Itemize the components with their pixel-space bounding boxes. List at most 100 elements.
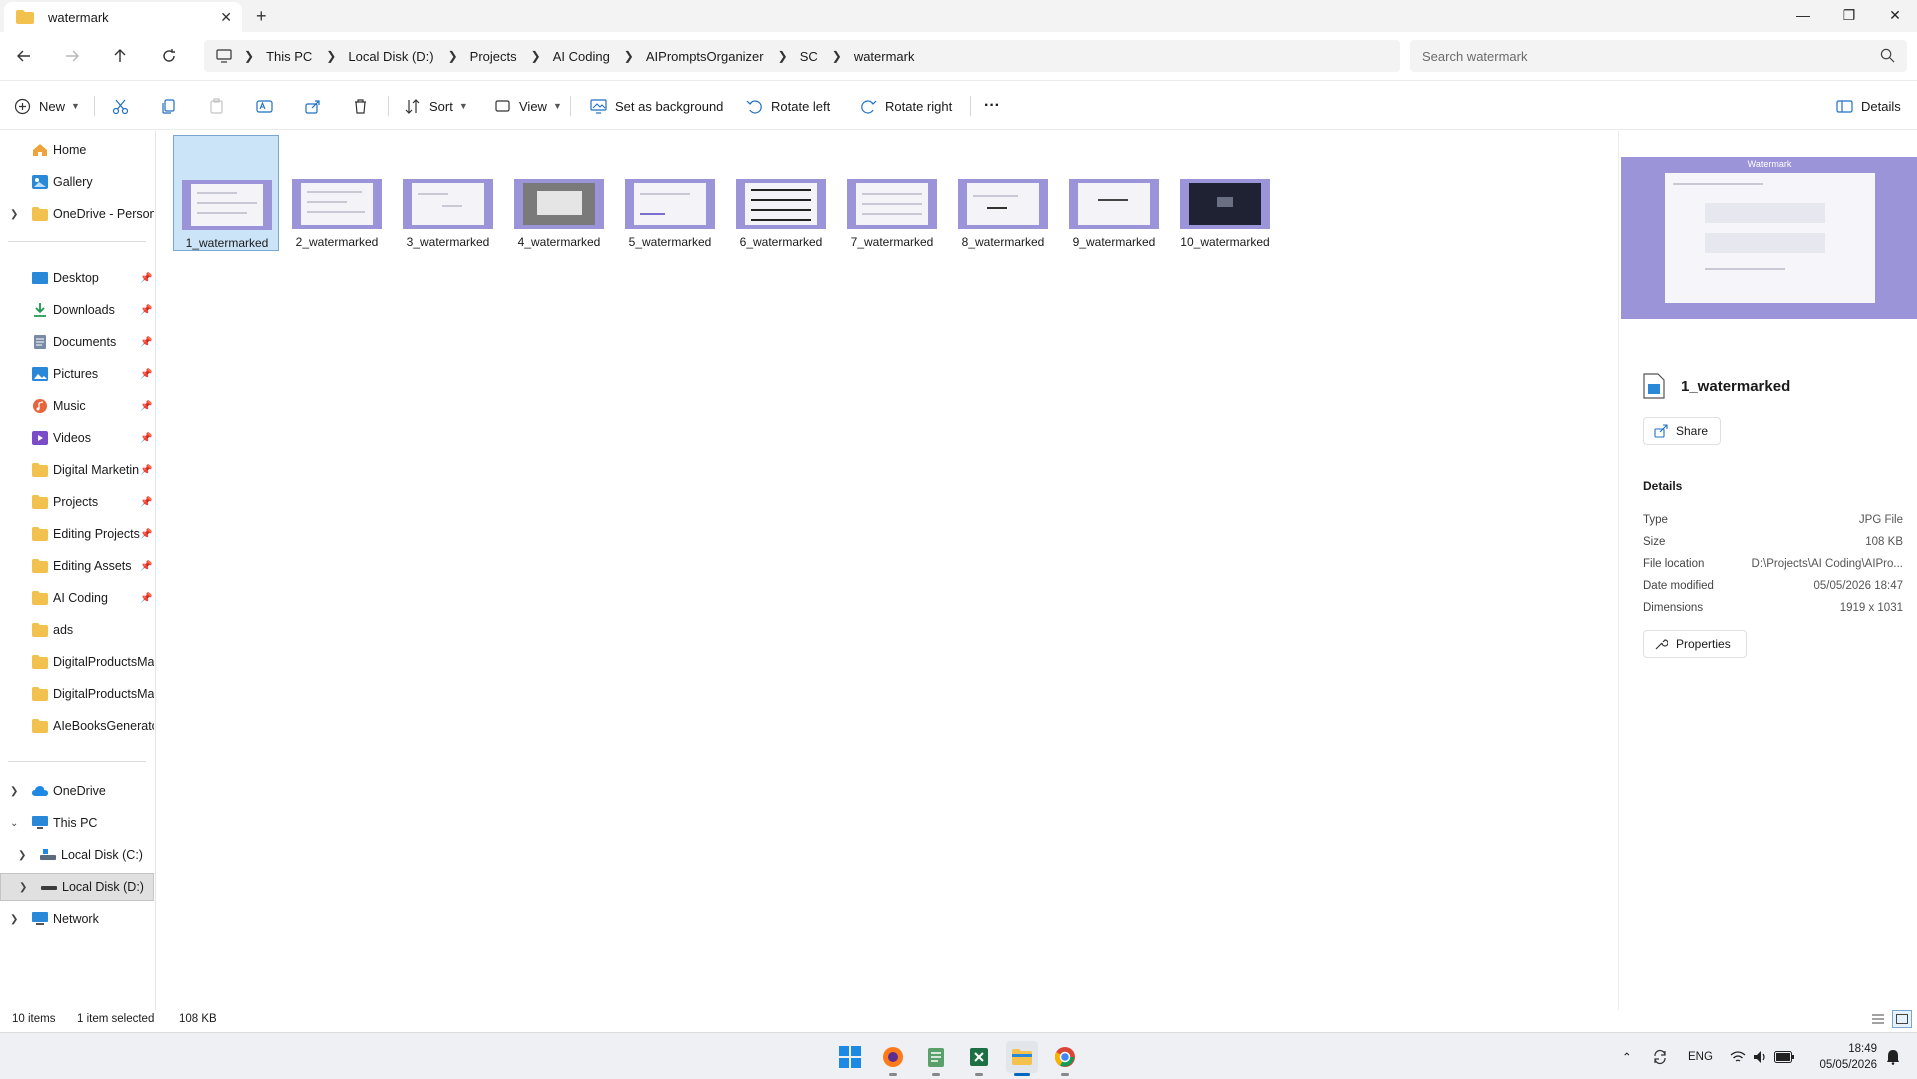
sidebar-item-gallery[interactable]: Gallery (0, 168, 154, 196)
delete-button[interactable] (352, 95, 377, 117)
share-button[interactable]: Share (1643, 417, 1721, 445)
pin-icon[interactable]: 📌 (140, 465, 152, 476)
breadcrumb-sc[interactable]: SC (800, 49, 818, 64)
breadcrumb-aipromptsorganizer[interactable]: AIPromptsOrganizer (646, 49, 764, 64)
chevron-right-icon[interactable]: ❯ (19, 882, 27, 893)
excel-taskbar-button[interactable] (963, 1041, 995, 1076)
new-button[interactable]: New ▼ (14, 95, 80, 117)
sidebar-item-editing-assets[interactable]: Editing Assets 📌 (0, 552, 154, 580)
paste-button[interactable] (208, 95, 233, 117)
sync-icon[interactable] (1652, 1033, 1668, 1079)
breadcrumb-local-disk-d[interactable]: Local Disk (D:) (348, 49, 433, 64)
share-button[interactable] (304, 95, 329, 117)
sidebar-item-onedrive-personal[interactable]: ❯ OneDrive - Persona (0, 200, 154, 228)
file-item[interactable]: 3_watermarked (395, 135, 501, 251)
file-item[interactable]: 8_watermarked (950, 135, 1056, 251)
rotate-right-button[interactable]: Rotate right (860, 95, 952, 117)
chrome-taskbar-button[interactable] (1049, 1041, 1081, 1076)
sort-button[interactable]: Sort ▼ (404, 95, 468, 117)
pin-icon[interactable]: 📌 (140, 369, 152, 380)
file-item[interactable]: 1_watermarked (173, 135, 279, 251)
chevron-right-icon[interactable]: ❯ (10, 914, 18, 925)
sidebar-item-home[interactable]: Home (0, 136, 154, 164)
sidebar-item-onedrive[interactable]: ❯ OneDrive (0, 777, 154, 805)
show-hidden-icons-button[interactable]: ⌃ (1622, 1033, 1632, 1079)
sidebar-item-local-disk-c[interactable]: ❯ Local Disk (C:) (0, 841, 154, 869)
minimize-button[interactable]: — (1780, 0, 1826, 30)
start-button[interactable] (834, 1041, 866, 1073)
file-item[interactable]: 10_watermarked (1172, 135, 1278, 251)
language-indicator[interactable]: ENG (1688, 1033, 1713, 1079)
breadcrumb-this-pc[interactable]: This PC (266, 49, 312, 64)
back-button[interactable] (10, 44, 38, 68)
pin-icon[interactable]: 📌 (140, 337, 152, 348)
large-icons-view-button[interactable] (1892, 1010, 1912, 1028)
sidebar-item-downloads[interactable]: Downloads 📌 (0, 296, 154, 324)
file-item[interactable]: 5_watermarked (617, 135, 723, 251)
pin-icon[interactable]: 📌 (140, 593, 152, 604)
pin-icon[interactable]: 📌 (140, 561, 152, 572)
file-item[interactable]: 4_watermarked (506, 135, 612, 251)
file-item[interactable]: 7_watermarked (839, 135, 945, 251)
battery-icon[interactable] (1774, 1033, 1794, 1079)
sidebar-item-this-pc[interactable]: ⌄ This PC (0, 809, 154, 837)
rotate-left-button[interactable]: Rotate left (746, 95, 830, 117)
sidebar-item-ads[interactable]: ads (0, 616, 154, 644)
new-tab-button[interactable]: + (256, 6, 267, 27)
cut-button[interactable] (112, 95, 137, 117)
sidebar-item-desktop[interactable]: Desktop 📌 (0, 264, 154, 292)
pin-icon[interactable]: 📌 (140, 433, 152, 444)
more-options-button[interactable]: ··· (984, 95, 1000, 117)
pin-icon[interactable]: 📌 (140, 401, 152, 412)
copy-button[interactable] (160, 95, 185, 117)
sidebar-item-network[interactable]: ❯ Network (0, 905, 154, 933)
pin-icon[interactable]: 📌 (140, 529, 152, 540)
sidebar-item-aiebooksgenerator[interactable]: AIeBooksGenerator (0, 712, 154, 740)
pin-icon[interactable]: 📌 (140, 273, 152, 284)
up-button[interactable] (106, 44, 134, 68)
search-input[interactable]: Search watermark (1410, 40, 1907, 72)
sidebar-item-pictures[interactable]: Pictures 📌 (0, 360, 154, 388)
close-window-button[interactable]: ✕ (1872, 0, 1917, 30)
chevron-down-icon[interactable]: ⌄ (10, 818, 18, 829)
properties-button[interactable]: Properties (1643, 630, 1747, 658)
view-button[interactable]: View ▼ (494, 95, 562, 117)
firefox-taskbar-button[interactable] (877, 1041, 909, 1076)
chevron-right-icon[interactable]: ❯ (10, 786, 18, 797)
sidebar-item-digital-marketing[interactable]: Digital Marketin 📌 (0, 456, 154, 484)
sidebar-item-videos[interactable]: Videos 📌 (0, 424, 154, 452)
forward-button[interactable] (58, 44, 86, 68)
sidebar-item-local-disk-d[interactable]: ❯ Local Disk (D:) (0, 873, 154, 901)
details-button[interactable]: Details (1836, 95, 1901, 117)
notepad-taskbar-button[interactable] (920, 1041, 952, 1076)
tab-close-icon[interactable]: ✕ (220, 9, 232, 26)
wifi-icon[interactable] (1730, 1033, 1746, 1079)
set-as-background-button[interactable]: Set as background (590, 95, 723, 117)
breadcrumb-watermark[interactable]: watermark (854, 49, 915, 64)
maximize-button[interactable]: ❐ (1826, 0, 1872, 30)
chevron-right-icon[interactable]: ❯ (18, 850, 26, 861)
notification-center-button[interactable] (1886, 1033, 1900, 1079)
file-explorer-taskbar-button[interactable] (1006, 1041, 1038, 1076)
sidebar-item-music[interactable]: Music 📌 (0, 392, 154, 420)
breadcrumb-projects[interactable]: Projects (470, 49, 517, 64)
sidebar-item-digitalproductsmaker-2[interactable]: DigitalProductsMak (0, 680, 154, 708)
chevron-right-icon[interactable]: ❯ (10, 209, 18, 220)
sidebar-item-documents[interactable]: Documents 📌 (0, 328, 154, 356)
file-item[interactable]: 6_watermarked (728, 135, 834, 251)
sidebar-item-ai-coding[interactable]: AI Coding 📌 (0, 584, 154, 612)
tab-watermark[interactable]: watermark ✕ (4, 2, 242, 32)
refresh-button[interactable] (155, 44, 183, 68)
file-item[interactable]: 2_watermarked (284, 135, 390, 251)
details-view-button[interactable] (1868, 1010, 1888, 1028)
clock[interactable]: 18:49 05/05/2026 (1819, 1041, 1877, 1073)
breadcrumb[interactable]: ❯ This PC ❯ Local Disk (D:) ❯ Projects ❯… (204, 40, 1400, 72)
file-item[interactable]: 9_watermarked (1061, 135, 1167, 251)
volume-icon[interactable] (1752, 1033, 1768, 1079)
pin-icon[interactable]: 📌 (140, 305, 152, 316)
sidebar-item-projects[interactable]: Projects 📌 (0, 488, 154, 516)
rename-button[interactable] (256, 95, 281, 117)
sidebar-item-editing-projects[interactable]: Editing Projects 📌 (0, 520, 154, 548)
breadcrumb-ai-coding[interactable]: AI Coding (553, 49, 610, 64)
sidebar-item-digitalproductsmaker-1[interactable]: DigitalProductsMak (0, 648, 154, 676)
